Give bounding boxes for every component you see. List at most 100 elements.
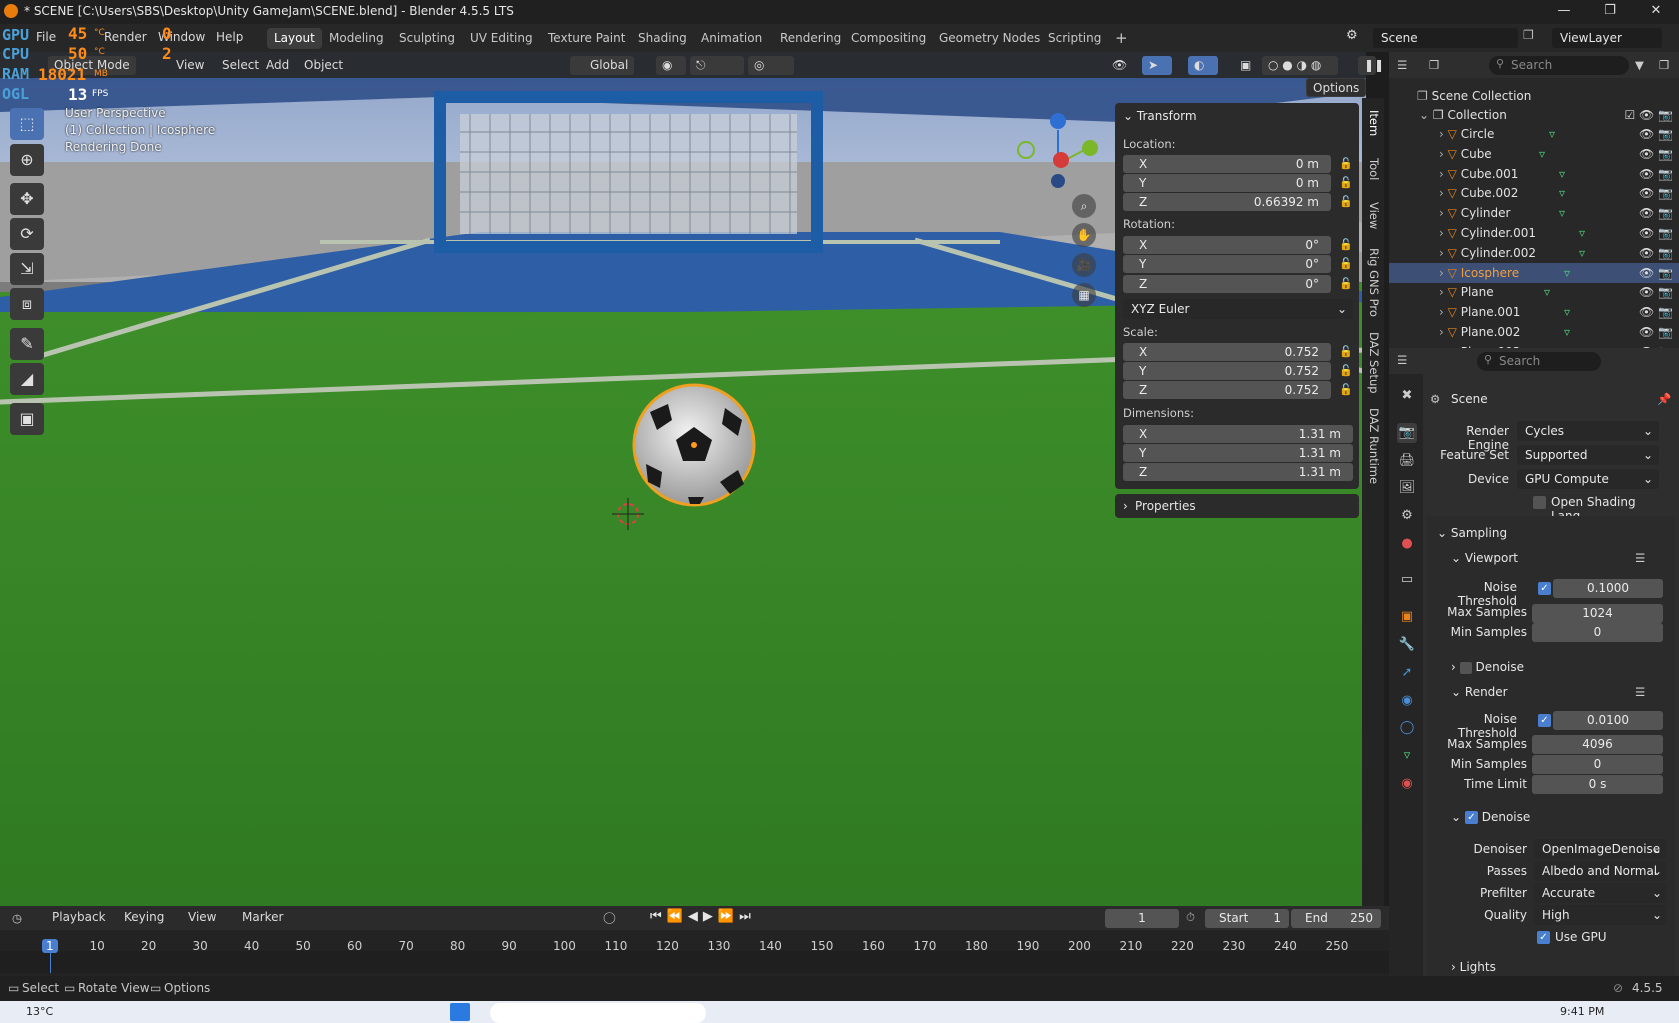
menu-timeline-view[interactable]: View	[182, 908, 222, 927]
transform-orientation-selector[interactable]: Global	[570, 56, 635, 75]
lock-icon[interactable]: 🔓	[1339, 195, 1353, 208]
render-subpanel-header[interactable]: ⌄ Render	[1451, 685, 1508, 699]
stopwatch-icon[interactable]: ⏱	[1186, 910, 1195, 925]
rotate-tool-icon[interactable]: ⟳	[10, 218, 44, 250]
tab-geometry-nodes[interactable]: Geometry Nodes	[932, 28, 1047, 49]
location-z-field[interactable]: Z 0.66392 m	[1123, 193, 1331, 211]
zoom-icon[interactable]: ⌕	[1072, 194, 1096, 218]
playback-controls[interactable]: ⏮⏪◀▶⏩⏭	[650, 909, 756, 924]
lock-icon[interactable]: 🔓	[1339, 176, 1353, 189]
end-frame-field[interactable]: End 250	[1291, 909, 1381, 928]
editor-type-icon[interactable]: ☰	[1397, 353, 1407, 367]
world-properties-icon[interactable]: ●	[1397, 534, 1417, 554]
outliner-item[interactable]: › ▽ Plane ▿ 👁 📷	[1389, 282, 1679, 302]
visibility-icons[interactable]: 👁 📷	[1639, 164, 1673, 184]
cursor-tool-icon[interactable]: ⊕	[10, 144, 44, 176]
scene-browse-icon[interactable]: ⚙	[1346, 28, 1366, 48]
shading-mode-icons[interactable]: ○ ● ◑ ◍	[1262, 56, 1338, 75]
tab-tool[interactable]: Tool	[1367, 158, 1381, 180]
output-properties-icon[interactable]: 🖨	[1397, 451, 1417, 471]
start-frame-field[interactable]: Start 1	[1205, 909, 1289, 928]
visibility-icons[interactable]: 👁 📷	[1639, 144, 1673, 164]
filter-icon[interactable]: ▼	[1635, 58, 1644, 72]
add-cube-tool-icon[interactable]: ▣	[10, 403, 44, 435]
pause-render-icon[interactable]: ❚❚	[1358, 56, 1384, 75]
viewport-options-button[interactable]: Options	[1306, 78, 1367, 97]
scene-selector[interactable]: Scene	[1373, 28, 1518, 48]
location-y-field[interactable]: Y0 m	[1123, 174, 1331, 192]
constraints-properties-icon[interactable]: ◯	[1397, 718, 1417, 738]
passes-dropdown[interactable]: Albedo and Normal ⌄	[1534, 861, 1666, 881]
scene-properties-icon[interactable]: ⚙	[1397, 506, 1417, 526]
filter-view-icon[interactable]: ❐	[1429, 58, 1439, 72]
vp-noise-threshold-checkbox[interactable]: ✓	[1538, 582, 1551, 595]
outliner-item[interactable]: › ▽ Plane.002 ▿ 👁 📷	[1389, 322, 1679, 342]
lock-icon[interactable]: 🔓	[1339, 364, 1353, 377]
windows-start-icon[interactable]	[450, 1003, 470, 1021]
pin-icon[interactable]: 📌	[1657, 392, 1671, 406]
lock-icon[interactable]: 🔓	[1339, 383, 1353, 396]
lock-icon[interactable]: 🔓	[1339, 345, 1353, 358]
visibility-icons[interactable]: 👁 📷	[1639, 302, 1673, 322]
tab-sculpting[interactable]: Sculpting	[392, 28, 462, 49]
taskbar-clock[interactable]: 9:41 PM	[1560, 1005, 1604, 1018]
tab-modeling[interactable]: Modeling	[322, 28, 391, 49]
close-button[interactable]: ✕	[1633, 0, 1679, 24]
r-noise-threshold-checkbox[interactable]: ✓	[1538, 714, 1551, 727]
menu-help[interactable]: Help	[216, 30, 243, 44]
weather-temp[interactable]: 13°C	[26, 1005, 53, 1018]
render-engine-dropdown[interactable]: Cycles ⌄	[1517, 421, 1659, 441]
tab-rig-gns-pro[interactable]: Rig GNS Pro	[1367, 248, 1381, 317]
current-frame-field[interactable]: 1	[1105, 909, 1179, 928]
presets-icon[interactable]: ☰	[1635, 685, 1645, 699]
outliner-item[interactable]: › ▽ Circle ▿ 👁 📷	[1389, 124, 1679, 144]
sampling-header[interactable]: ⌄ Sampling	[1437, 526, 1507, 540]
particles-properties-icon[interactable]: ➚	[1397, 663, 1417, 683]
use-gpu-checkbox[interactable]: ✓	[1537, 931, 1550, 944]
camera-view-icon[interactable]: 🎥	[1072, 253, 1096, 277]
lights-header[interactable]: › Lights	[1451, 960, 1496, 974]
tab-rendering[interactable]: Rendering	[773, 28, 848, 49]
editor-type-icon[interactable]: ◷	[12, 911, 22, 925]
visibility-icon[interactable]: 👁	[1106, 56, 1136, 75]
lock-icon[interactable]: 🔓	[1339, 257, 1353, 270]
rotation-x-field[interactable]: X 0°	[1123, 236, 1331, 254]
measure-tool-icon[interactable]: ◢	[10, 363, 44, 395]
visibility-icons[interactable]: 👁 📷	[1639, 124, 1673, 144]
tab-daz-setup[interactable]: DAZ Setup	[1367, 332, 1381, 394]
render-properties-icon[interactable]: 📷	[1397, 423, 1417, 443]
view-layer-properties-icon[interactable]: 🖼	[1397, 478, 1417, 498]
r-min-samples-field[interactable]: 0	[1532, 755, 1663, 774]
add-workspace-icon[interactable]: +	[1108, 28, 1135, 49]
overlay-toggle-icon[interactable]: ◐	[1188, 56, 1218, 75]
prefilter-dropdown[interactable]: Accurate ⌄	[1534, 883, 1666, 903]
menu-file[interactable]: File	[36, 30, 56, 44]
properties-panel-header[interactable]: › Properties	[1115, 494, 1359, 518]
visibility-icons[interactable]: 👁 📷	[1639, 223, 1673, 243]
menu-view[interactable]: View	[170, 56, 210, 75]
tab-animation[interactable]: Animation	[694, 28, 769, 49]
visibility-icons[interactable]: 👁 📷	[1639, 263, 1673, 283]
visibility-icons[interactable]: 👁 📷	[1639, 183, 1673, 203]
vp-noise-threshold-field[interactable]: 0.1000	[1553, 579, 1663, 598]
visibility-icons[interactable]: ☑ 👁 📷	[1624, 105, 1673, 125]
denoiser-dropdown[interactable]: OpenImageDenoise ⌄	[1534, 839, 1666, 859]
object-properties-icon[interactable]: ▣	[1397, 607, 1417, 627]
visibility-icons[interactable]: 👁 📷	[1639, 282, 1673, 302]
viewport-subpanel-header[interactable]: ⌄ Viewport	[1451, 551, 1518, 565]
r-noise-threshold-field[interactable]: 0.0100	[1553, 711, 1663, 730]
display-mode-icon[interactable]: ☰	[1397, 58, 1407, 72]
snapping-icon[interactable]: ⎋	[690, 56, 744, 75]
lock-icon[interactable]: 🔓	[1339, 157, 1353, 170]
tab-view[interactable]: View	[1367, 202, 1381, 229]
modifier-properties-icon[interactable]: 🔧	[1397, 635, 1417, 655]
gizmo-toggle-icon[interactable]: ➤	[1142, 56, 1172, 75]
minimize-button[interactable]: —	[1541, 0, 1587, 24]
menu-select[interactable]: Select	[216, 56, 265, 75]
menu-playback[interactable]: Playback	[46, 908, 112, 927]
tab-scripting[interactable]: Scripting	[1041, 28, 1108, 49]
tab-item[interactable]: Item	[1367, 110, 1381, 136]
lock-icon[interactable]: 🔓	[1339, 277, 1353, 290]
scale-x-field[interactable]: X 0.752	[1123, 343, 1331, 361]
dimensions-z-field[interactable]: Z 1.31 m	[1123, 463, 1353, 481]
